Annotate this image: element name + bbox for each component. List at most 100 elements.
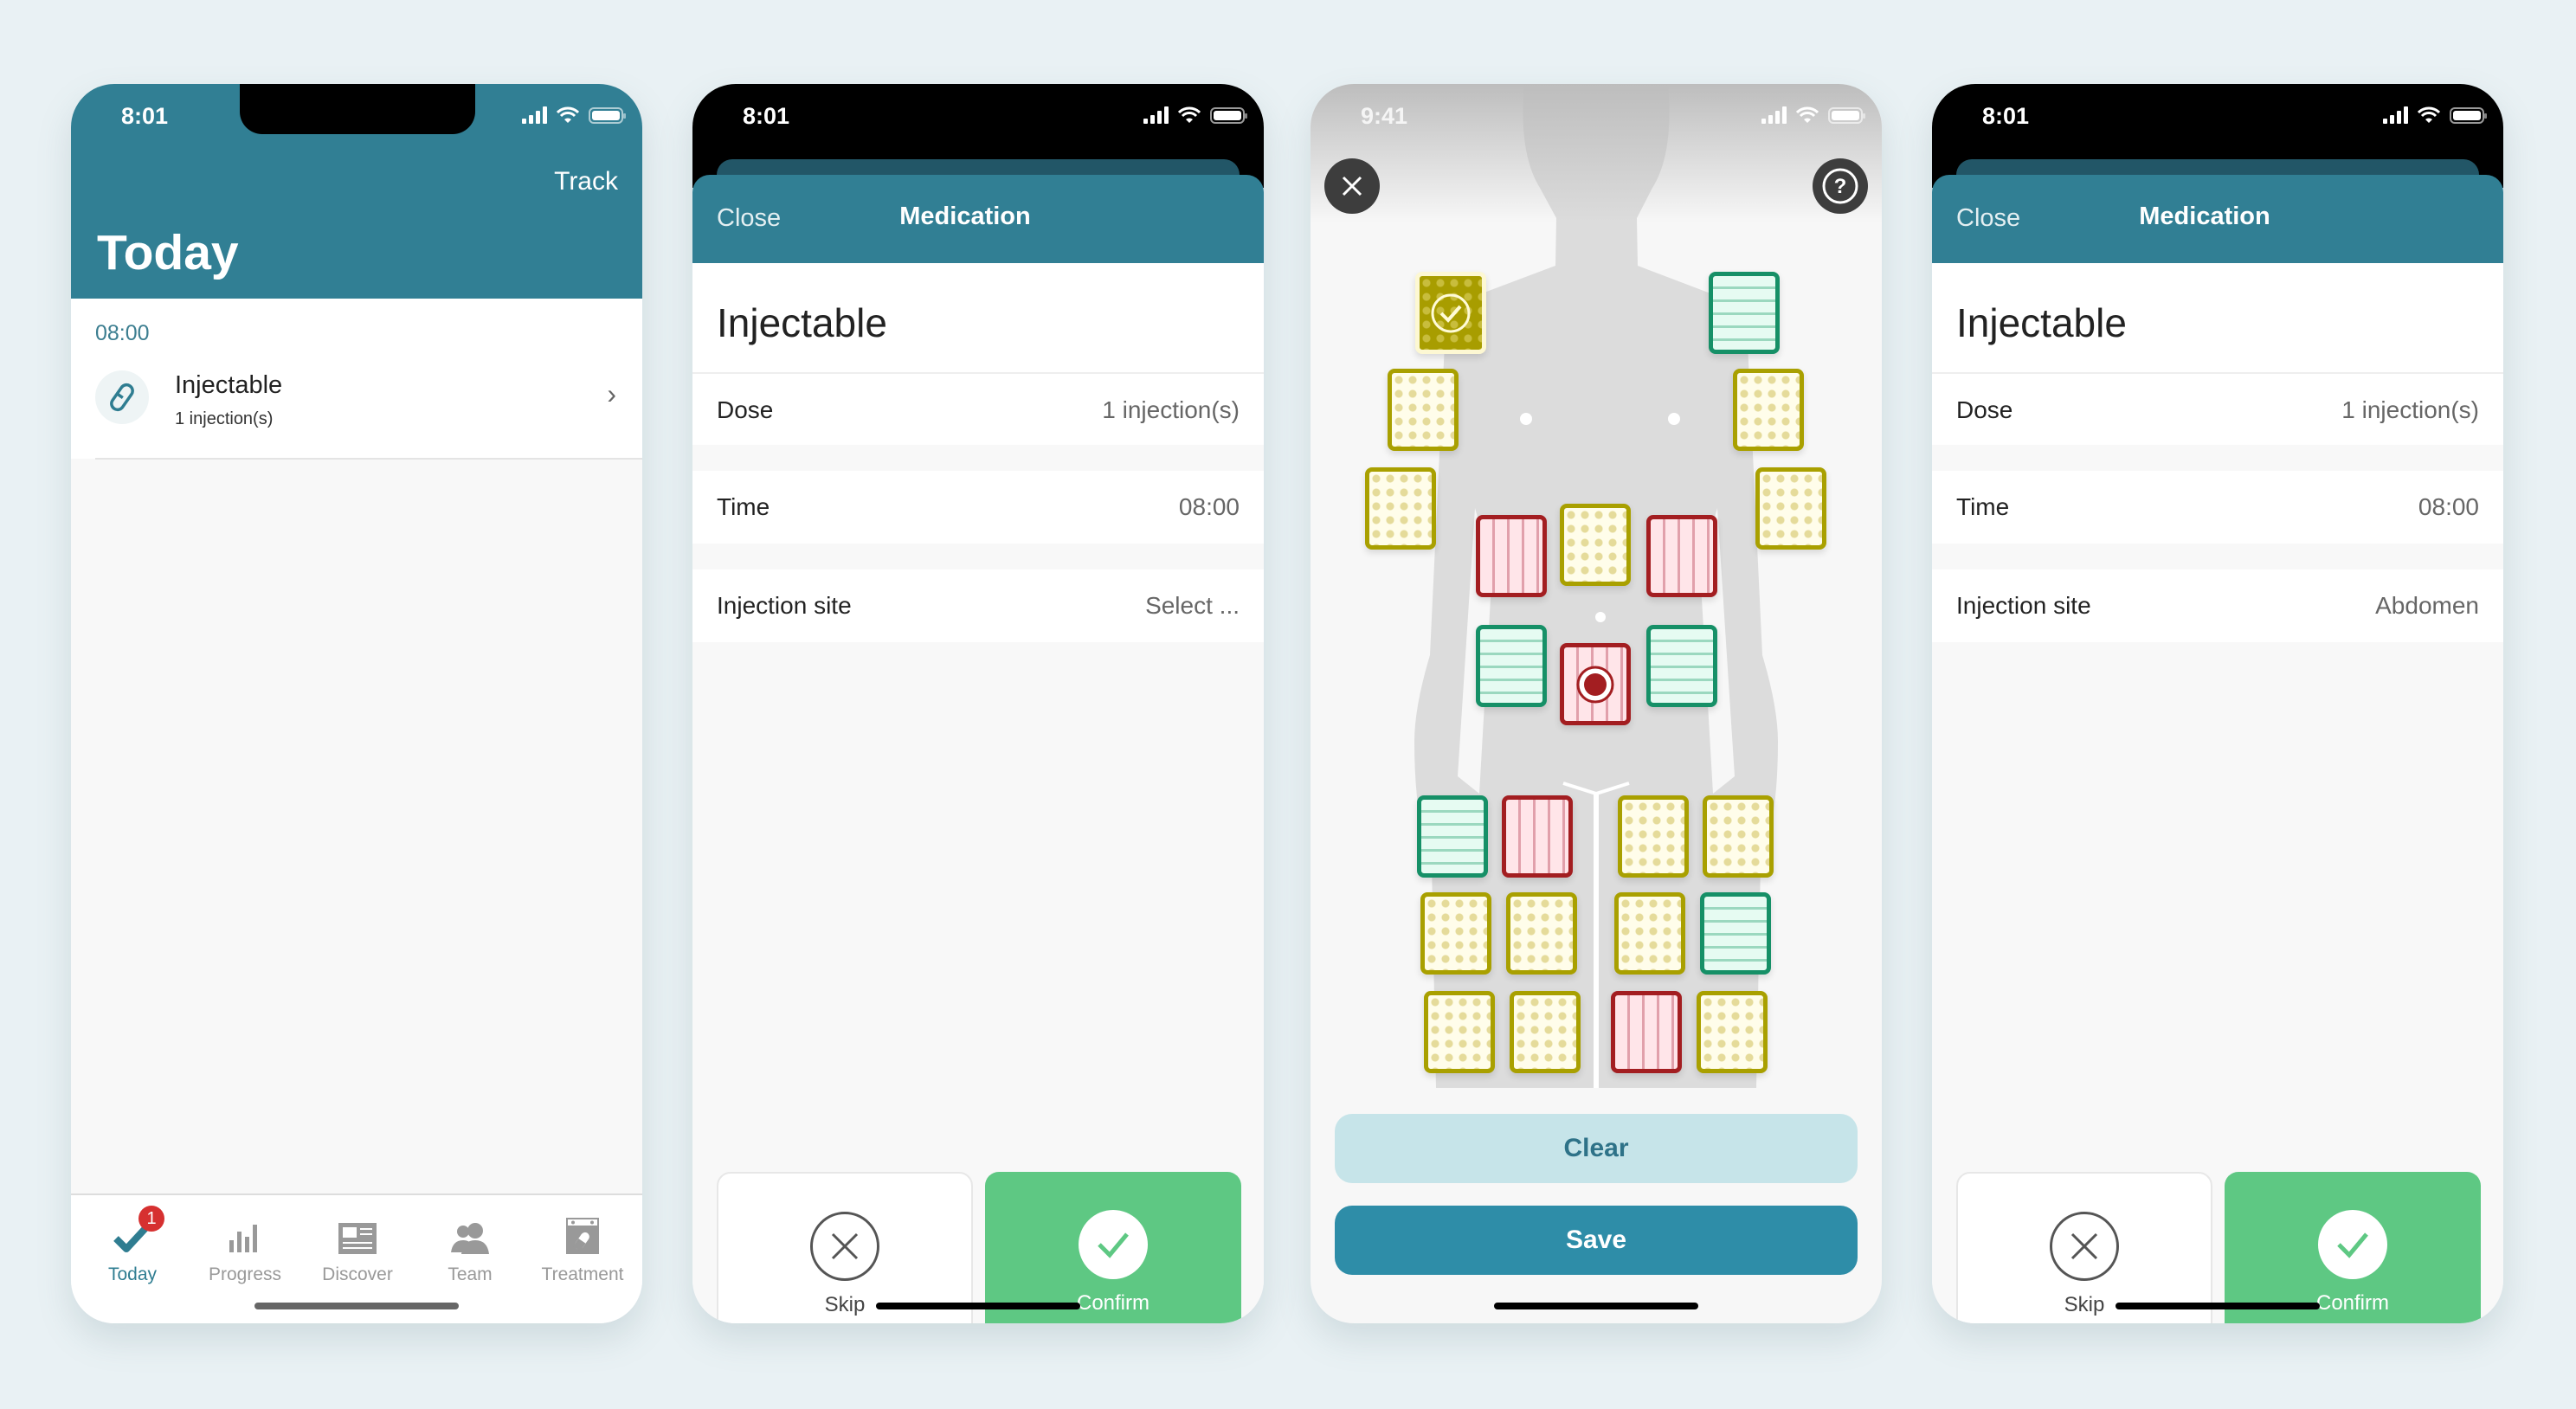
tab-treatment[interactable]: Treatment: [526, 1202, 639, 1285]
tab-label: Team: [448, 1264, 493, 1284]
injection-site-right-thigh-outer-2[interactable]: [1700, 892, 1771, 975]
dose-row[interactable]: Dose 1 injection(s): [1932, 372, 2503, 445]
confirm-button[interactable]: Confirm: [2225, 1172, 2481, 1323]
action-area: Skip Confirm: [1932, 1146, 2503, 1323]
tab-discover[interactable]: Discover: [301, 1202, 414, 1285]
close-button[interactable]: [1324, 158, 1380, 214]
chest-landmark: [1668, 413, 1680, 425]
close-circle-icon: [810, 1212, 879, 1281]
injection-site-right-upper-arm-1[interactable]: [1709, 272, 1780, 354]
page-title: Today: [97, 225, 239, 280]
tab-progress[interactable]: Progress: [189, 1202, 301, 1285]
check-circle-icon: [1431, 293, 1471, 332]
time-row[interactable]: Time 08:00: [692, 471, 1264, 544]
wifi-icon: [2417, 106, 2441, 123]
injection-site-left-thigh-inner-3[interactable]: [1510, 991, 1581, 1073]
injection-site-left-upper-arm-3[interactable]: [1365, 467, 1436, 550]
target-marker-icon: [1576, 666, 1614, 703]
status-time: 8:01: [1982, 103, 2030, 129]
medication-title-box: Injectable: [692, 263, 1264, 372]
close-circle-icon: [2050, 1212, 2119, 1281]
injection-site-left-upper-arm-1[interactable]: [1415, 272, 1486, 354]
divider: [95, 458, 642, 460]
injection-site-abdomen-lower-right[interactable]: [1646, 625, 1717, 707]
chevron-right-icon: ›: [607, 378, 616, 409]
battery-icon: [1210, 106, 1247, 124]
tab-today[interactable]: 1 Today: [76, 1202, 189, 1285]
injection-site-left-upper-arm-2[interactable]: [1388, 369, 1459, 451]
injection-site-left-thigh-outer-2[interactable]: [1420, 892, 1491, 975]
dose-row[interactable]: Dose 1 injection(s): [692, 372, 1264, 445]
navel-landmark: [1595, 612, 1606, 622]
medication-screen: 8:01 Close Medication Injectable Dose 1 …: [692, 84, 1264, 1323]
pill-icon: [95, 370, 149, 424]
row-label: Injection site: [717, 592, 852, 619]
injection-site-left-thigh-outer-1[interactable]: [1417, 795, 1488, 878]
status-bar: 8:01: [1932, 84, 2503, 153]
tab-label: Treatment: [541, 1264, 624, 1284]
check-circle-icon: [1079, 1210, 1148, 1279]
modal-header: Close Medication: [1932, 175, 2503, 263]
check-circle-icon: [2318, 1210, 2387, 1279]
injection-site-right-thigh-inner-3[interactable]: [1611, 991, 1682, 1073]
injection-site-left-thigh-inner-2[interactable]: [1506, 892, 1577, 975]
list-item[interactable]: Injectable 1 injection(s) ›: [71, 359, 642, 456]
clear-button[interactable]: Clear: [1335, 1114, 1858, 1183]
question-circle-icon: ?: [1822, 168, 1858, 204]
battery-icon: [1828, 106, 1865, 124]
injection-site-right-thigh-outer-1[interactable]: [1703, 795, 1774, 878]
section-time: 08:00: [95, 321, 150, 345]
close-icon: [1342, 176, 1362, 196]
medication-details: Injectable Dose 1 injection(s) Time 08:0…: [1932, 263, 2503, 1323]
cellular-signal-icon: [1143, 106, 1169, 124]
skip-button[interactable]: Skip: [1956, 1172, 2212, 1323]
battery-icon: [589, 106, 626, 124]
row-label: Time: [1956, 493, 2010, 520]
status-bar: 8:01: [692, 84, 1264, 153]
tab-label: Progress: [208, 1264, 282, 1284]
row-value: 08:00: [2418, 493, 2479, 520]
row-value: Abdomen: [2375, 592, 2479, 619]
help-button[interactable]: ?: [1813, 158, 1868, 214]
injection-site-right-thigh-inner-2[interactable]: [1614, 892, 1685, 975]
injection-site-row[interactable]: Injection site Abdomen: [1932, 569, 2503, 642]
injection-site-right-thigh-outer-3[interactable]: [1697, 991, 1768, 1073]
medication-name: Injectable: [717, 300, 887, 345]
medication-name: Injectable: [1956, 300, 2127, 345]
injection-site-right-upper-arm-2[interactable]: [1733, 369, 1804, 451]
injection-site-abdomen-upper-left[interactable]: [1476, 515, 1547, 597]
cellular-signal-icon: [522, 106, 547, 124]
row-label: Dose: [1956, 396, 2013, 423]
status-time: 8:01: [121, 103, 169, 129]
checkmark-icon: [76, 1202, 189, 1254]
injection-site-left-thigh-inner-1[interactable]: [1502, 795, 1573, 878]
injection-site-abdomen-navel[interactable]: [1560, 643, 1631, 725]
medication-details: Injectable Dose 1 injection(s) Time 08:0…: [692, 263, 1264, 1323]
modal-title: Medication: [2139, 203, 2270, 230]
cellular-signal-icon: [2383, 106, 2408, 124]
row-value: 1 injection(s): [2341, 396, 2479, 423]
status-time: 8:01: [743, 103, 790, 129]
notification-badge: 1: [138, 1206, 164, 1232]
row-value: Select ...: [1145, 592, 1240, 619]
tab-team[interactable]: Team: [414, 1202, 526, 1285]
time-row[interactable]: Time 08:00: [1932, 471, 2503, 544]
modal-title: Medication: [899, 203, 1031, 230]
injection-site-left-thigh-outer-3[interactable]: [1424, 991, 1495, 1073]
injection-site-abdomen-upper-center[interactable]: [1560, 504, 1631, 586]
people-icon: [414, 1202, 526, 1254]
injection-site-abdomen-upper-right[interactable]: [1646, 515, 1717, 597]
modal-header: Close Medication: [692, 175, 1264, 263]
action-area: Skip Confirm: [692, 1146, 1264, 1323]
row-value: 1 injection(s): [1102, 396, 1240, 423]
injection-site-abdomen-lower-left[interactable]: [1476, 625, 1547, 707]
save-button[interactable]: Save: [1335, 1206, 1858, 1275]
skip-button[interactable]: Skip: [717, 1172, 973, 1323]
injection-site-right-upper-arm-3[interactable]: [1755, 467, 1826, 550]
status-time: 9:41: [1361, 103, 1408, 129]
injection-site-row[interactable]: Injection site Select ...: [692, 569, 1264, 642]
confirm-button[interactable]: Confirm: [985, 1172, 1241, 1323]
newspaper-icon: [301, 1202, 414, 1254]
track-button[interactable]: Track: [554, 167, 618, 196]
injection-site-right-thigh-inner-1[interactable]: [1618, 795, 1689, 878]
